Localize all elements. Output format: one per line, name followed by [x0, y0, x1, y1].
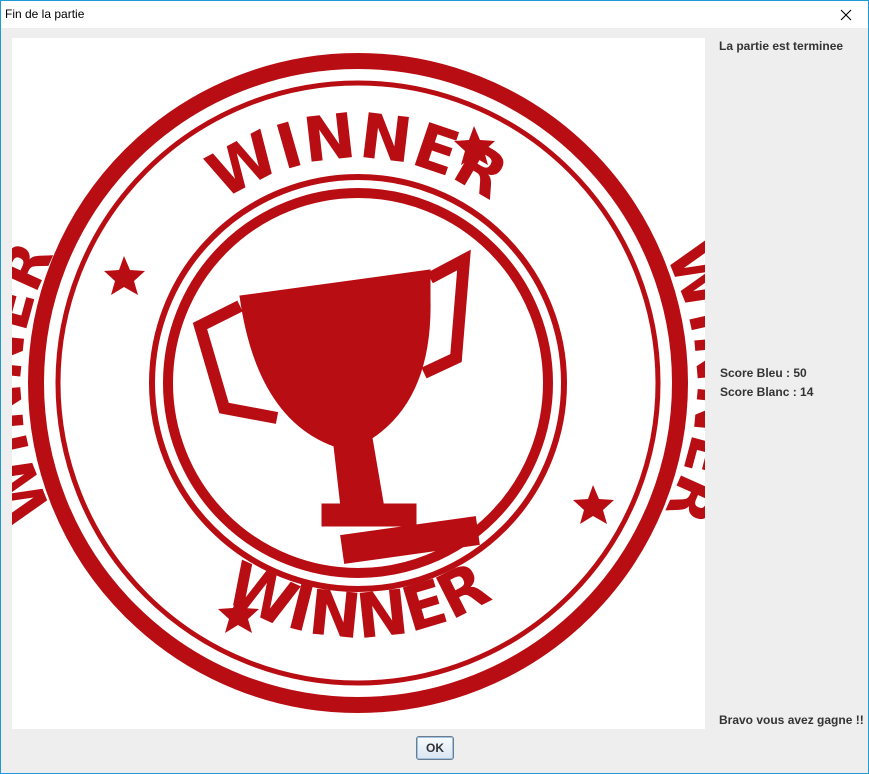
score-blue-label: Score Bleu : 50	[720, 366, 807, 380]
star-icon	[104, 256, 145, 295]
trophy-icon	[192, 249, 480, 564]
winner-image-panel: WINNER WINNER WINNER WINNER	[12, 38, 705, 729]
close-button[interactable]	[824, 1, 868, 28]
ok-button[interactable]: OK	[416, 736, 454, 760]
ring-text-bottom: WINNER	[215, 547, 500, 653]
dialog-window: Fin de la partie WINNER WINNER La partie…	[0, 0, 869, 774]
congrats-message: Bravo vous avez gagne !!	[719, 713, 864, 727]
winner-stamp-image: WINNER WINNER WINNER WINNER	[12, 53, 705, 713]
title-bar: Fin de la partie	[1, 1, 868, 28]
star-icon	[573, 485, 614, 524]
close-icon	[840, 9, 852, 20]
score-white-label: Score Blanc : 14	[720, 385, 814, 399]
window-title: Fin de la partie	[5, 7, 85, 21]
status-label: La partie est terminee	[719, 39, 844, 53]
ok-button-label: OK	[426, 741, 444, 755]
